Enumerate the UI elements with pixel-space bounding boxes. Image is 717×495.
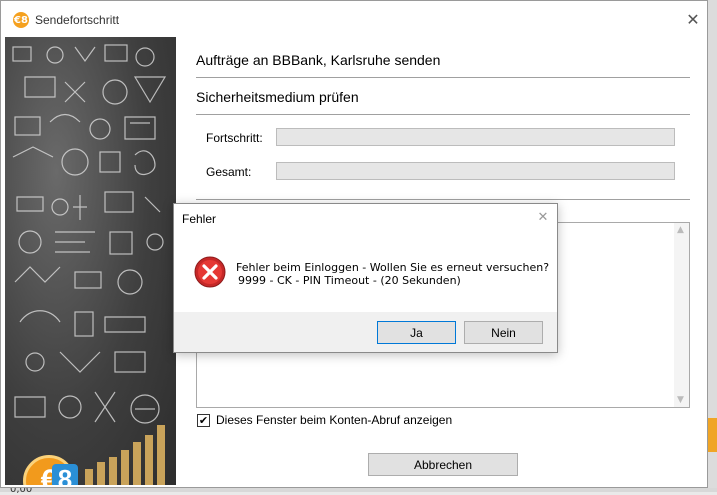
title-bar: €8 Sendefortschritt ✕ (1, 1, 707, 37)
show-window-checkbox-label[interactable]: Dieses Fenster beim Konten-Abruf anzeige… (216, 413, 452, 427)
yes-button[interactable]: Ja (377, 321, 456, 344)
chalk-doodles (12, 44, 167, 485)
progress-bar (276, 128, 675, 146)
page-title: Aufträge an BBBank, Karlsruhe senden (196, 52, 441, 68)
close-icon[interactable]: ✕ (681, 7, 705, 31)
divider (196, 114, 690, 115)
error-dialog: Fehler ✕ Fehler beim Einloggen - Wollen … (173, 203, 558, 353)
divider (196, 199, 690, 200)
window-title: Sendefortschritt (35, 13, 120, 27)
scrollbar[interactable]: ▲ ▼ (674, 223, 689, 407)
dialog-error-detail: 9999 - CK - PIN Timeout - (20 Sekunden) (238, 274, 461, 287)
step-title: Sicherheitsmedium prüfen (196, 89, 359, 105)
scroll-up-icon[interactable]: ▲ (677, 225, 684, 235)
divider (196, 77, 690, 78)
cancel-button[interactable]: Abbrechen (368, 453, 518, 476)
progress-label: Fortschritt: (206, 131, 263, 145)
scroll-down-icon[interactable]: ▼ (677, 395, 684, 405)
no-button[interactable]: Nein (464, 321, 543, 344)
show-window-checkbox[interactable]: ✔ (197, 414, 210, 427)
chalkboard-illustration: €8 (5, 37, 176, 485)
error-icon (194, 256, 226, 288)
total-label: Gesamt: (206, 165, 252, 179)
dialog-title: Fehler (182, 212, 217, 226)
background-app-accent (708, 418, 717, 452)
dialog-message: Fehler beim Einloggen - Wollen Sie es er… (236, 261, 550, 274)
app-logo-icon: €8 (13, 12, 29, 28)
total-progress-bar (276, 162, 675, 180)
dialog-close-icon[interactable]: ✕ (534, 208, 552, 226)
background-app-footer (0, 488, 717, 492)
dialog-button-bar: Ja Nein (174, 312, 557, 352)
